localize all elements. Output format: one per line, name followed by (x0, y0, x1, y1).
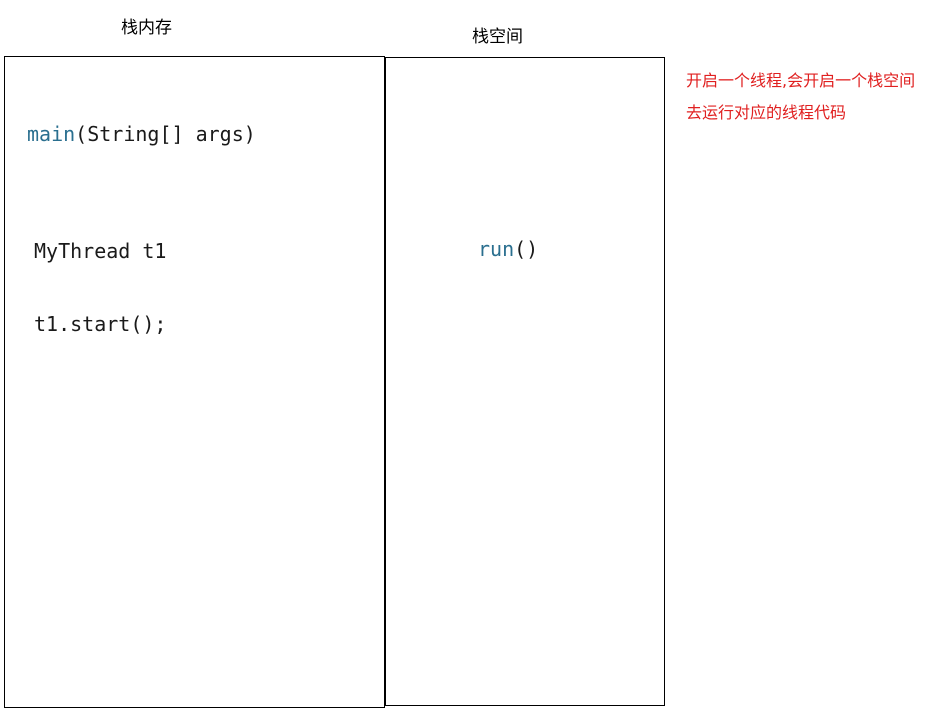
thread-start-line: t1.start(); (34, 312, 167, 336)
main-method-name: main (27, 122, 76, 146)
main-method-line: main(String[] args) (27, 122, 256, 146)
stack-memory-box: main(String[] args) MyThread t1 t1.start… (4, 56, 385, 708)
annotation-line-1: 开启一个线程,会开启一个栈空间 (686, 71, 916, 90)
thread-declaration-line: MyThread t1 (34, 239, 167, 263)
stack-space-title: 栈空间 (472, 27, 523, 47)
run-method-parens: () (514, 237, 539, 261)
stack-space-box: run() (385, 57, 665, 706)
annotation-line-2: 去运行对应的线程代码 (686, 103, 847, 122)
stack-memory-title: 栈内存 (121, 18, 172, 38)
main-method-params: (String[] args) (75, 122, 256, 146)
run-method-line: run() (478, 237, 538, 261)
run-method-name: run (478, 237, 515, 261)
